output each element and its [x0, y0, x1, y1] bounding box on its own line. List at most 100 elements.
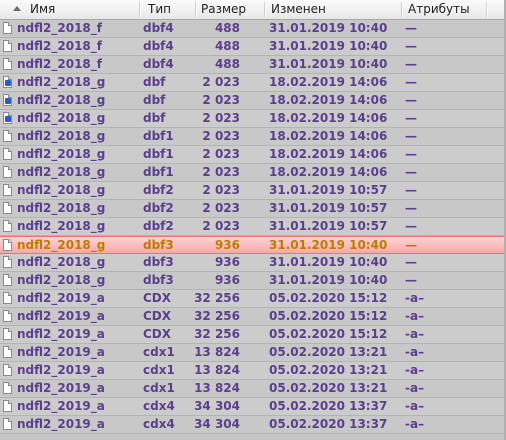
file-modified: 05.02.2020 15:12 — [269, 291, 388, 305]
file-row-selected[interactable]: ndfl2_2018_g dbf3 936 31.01.2019 10:40 — — [0, 236, 506, 254]
file-modified: 05.02.2020 13:37 — [269, 417, 388, 431]
file-size: 2 023 — [202, 75, 240, 89]
file-type: cdx4 — [143, 417, 175, 431]
column-header-type[interactable]: Тип — [148, 0, 171, 19]
column-header-size[interactable]: Размер — [201, 0, 246, 19]
file-modified: 31.01.2019 10:40 — [269, 238, 388, 252]
file-attributes: — — [405, 21, 417, 35]
file-size: 2 023 — [202, 183, 240, 197]
file-name: ndfl2_2018_g — [17, 93, 106, 107]
file-icon — [3, 382, 12, 394]
file-name: ndfl2_2019_a — [17, 417, 105, 431]
file-modified: 31.01.2019 10:57 — [269, 183, 388, 197]
file-type: dbf4 — [143, 57, 174, 71]
file-type: dbf2 — [143, 219, 174, 233]
file-name: ndfl2_2018_g — [17, 147, 106, 161]
file-icon — [3, 148, 12, 160]
file-type: dbf2 — [143, 201, 174, 215]
file-size: 936 — [214, 273, 240, 287]
file-modified: 18.02.2019 14:06 — [269, 165, 388, 179]
file-size: 13 824 — [194, 363, 240, 377]
file-row[interactable]: ndfl2_2019_a cdx1 13 824 05.02.2020 13:21 -a… — [0, 380, 506, 398]
file-type: dbf — [143, 93, 166, 107]
file-size: 936 — [214, 255, 240, 269]
file-type: CDX — [143, 291, 172, 305]
file-row[interactable]: ndfl2_2018_g dbf2 2 023 31.01.2019 10:57 — — [0, 218, 506, 236]
file-icon — [3, 310, 12, 322]
file-row[interactable]: ndfl2_2018_g dbf1 2 023 18.02.2019 14:06 — — [0, 128, 506, 146]
file-row[interactable]: ndfl2_2018_f dbf4 488 31.01.2019 10:40 — — [0, 20, 506, 38]
file-row[interactable]: ndfl2_2018_g dbf 2 023 18.02.2019 14:06 — — [0, 92, 506, 110]
file-row[interactable]: ndfl2_2019_a cdx1 13 824 05.02.2020 13:21 -a… — [0, 362, 506, 380]
file-modified: 18.02.2019 14:06 — [269, 129, 388, 143]
column-header-name[interactable]: Имя — [30, 0, 55, 19]
file-modified: 18.02.2019 14:06 — [269, 147, 388, 161]
file-row[interactable]: ndfl2_2018_g dbf1 2 023 18.02.2019 14:06 — — [0, 146, 506, 164]
file-name: ndfl2_2018_g — [17, 75, 106, 89]
file-attributes: — — [405, 273, 417, 287]
file-icon — [3, 202, 12, 214]
column-divider[interactable] — [139, 2, 141, 17]
file-row[interactable]: ndfl2_2019_a CDX 32 256 05.02.2020 15:12 -a– — [0, 308, 506, 326]
file-size: 13 824 — [194, 381, 240, 395]
file-name: ndfl2_2018_g — [17, 238, 106, 252]
file-name: ndfl2_2019_a — [17, 399, 105, 413]
file-modified: 31.01.2019 10:40 — [269, 57, 388, 71]
file-size: 2 023 — [202, 147, 240, 161]
file-name: ndfl2_2019_a — [17, 345, 105, 359]
file-icon — [3, 166, 12, 178]
file-attributes: — — [405, 219, 417, 233]
file-row[interactable]: ndfl2_2019_a CDX 32 256 05.02.2020 15:12 -a– — [0, 290, 506, 308]
file-attributes: — — [405, 129, 417, 143]
file-modified: 31.01.2019 10:57 — [269, 219, 388, 233]
file-type: CDX — [143, 327, 172, 341]
file-list: ndfl2_2018_f dbf4 488 31.01.2019 10:40— ndfl… — [0, 20, 506, 434]
file-size: 34 304 — [194, 399, 240, 413]
file-row[interactable]: ndfl2_2018_g dbf3 936 31.01.2019 10:40 — — [0, 272, 506, 290]
file-type: dbf1 — [143, 129, 174, 143]
file-icon — [3, 400, 12, 412]
file-type: dbf4 — [143, 21, 174, 35]
file-attributes: — — [405, 57, 417, 71]
file-modified: 18.02.2019 14:06 — [269, 75, 388, 89]
file-attributes: — — [405, 111, 417, 125]
column-divider[interactable] — [486, 2, 488, 17]
file-type: dbf — [143, 75, 166, 89]
file-row[interactable]: ndfl2_2018_g dbf 2 023 18.02.2019 14:06 — — [0, 110, 506, 128]
file-modified: 05.02.2020 13:21 — [269, 345, 388, 359]
file-row[interactable]: ndfl2_2019_a cdx4 34 304 05.02.2020 13:37 -a… — [0, 398, 506, 416]
file-name: ndfl2_2018_g — [17, 183, 106, 197]
file-row[interactable]: ndfl2_2019_a cdx1 13 824 05.02.2020 13:21 -a… — [0, 344, 506, 362]
file-row[interactable]: ndfl2_2018_g dbf1 2 023 18.02.2019 14:06 — — [0, 164, 506, 182]
file-name: ndfl2_2018_g — [17, 129, 106, 143]
column-header-attributes[interactable]: Атрибуты — [408, 0, 470, 19]
column-divider[interactable] — [401, 2, 403, 17]
column-divider[interactable] — [264, 2, 266, 17]
file-modified: 18.02.2019 14:06 — [269, 111, 388, 125]
file-type: dbf1 — [143, 147, 174, 161]
column-divider[interactable] — [195, 2, 197, 17]
file-icon — [3, 184, 12, 196]
file-modified: 05.02.2020 15:12 — [269, 309, 388, 323]
file-size: 488 — [214, 21, 240, 35]
file-type: dbf4 — [143, 39, 174, 53]
file-row[interactable]: ndfl2_2018_f dbf4 488 31.01.2019 10:40 — — [0, 56, 506, 74]
file-row[interactable]: ndfl2_2018_g dbf 2 023 18.02.2019 14:06 — — [0, 74, 506, 92]
file-size: 34 304 — [194, 417, 240, 431]
file-row[interactable]: ndfl2_2019_a cdx4 34 304 05.02.2020 13:37 -a… — [0, 416, 506, 434]
file-row[interactable]: ndfl2_2018_g dbf2 2 023 31.01.2019 10:57 — — [0, 182, 506, 200]
file-type: cdx1 — [143, 345, 175, 359]
file-attributes: -a– — [405, 381, 425, 395]
file-row[interactable]: ndfl2_2018_g dbf3 936 31.01.2019 10:40 — — [0, 254, 506, 272]
file-attributes: — — [405, 255, 417, 269]
file-row[interactable]: ndfl2_2018_f dbf4 488 31.01.2019 10:40 — — [0, 38, 506, 56]
column-header-modified[interactable]: Изменен — [271, 0, 326, 19]
file-icon — [3, 292, 12, 304]
file-size: 936 — [214, 238, 240, 252]
file-icon — [3, 364, 12, 376]
file-modified: 18.02.2019 14:06 — [269, 93, 388, 107]
file-row[interactable]: ndfl2_2019_a CDX 32 256 05.02.2020 15:12 -a– — [0, 326, 506, 344]
file-row[interactable]: ndfl2_2018_g dbf2 2 023 31.01.2019 10:57 — — [0, 200, 506, 218]
file-icon — [3, 328, 12, 340]
file-attributes: -a– — [405, 309, 425, 323]
